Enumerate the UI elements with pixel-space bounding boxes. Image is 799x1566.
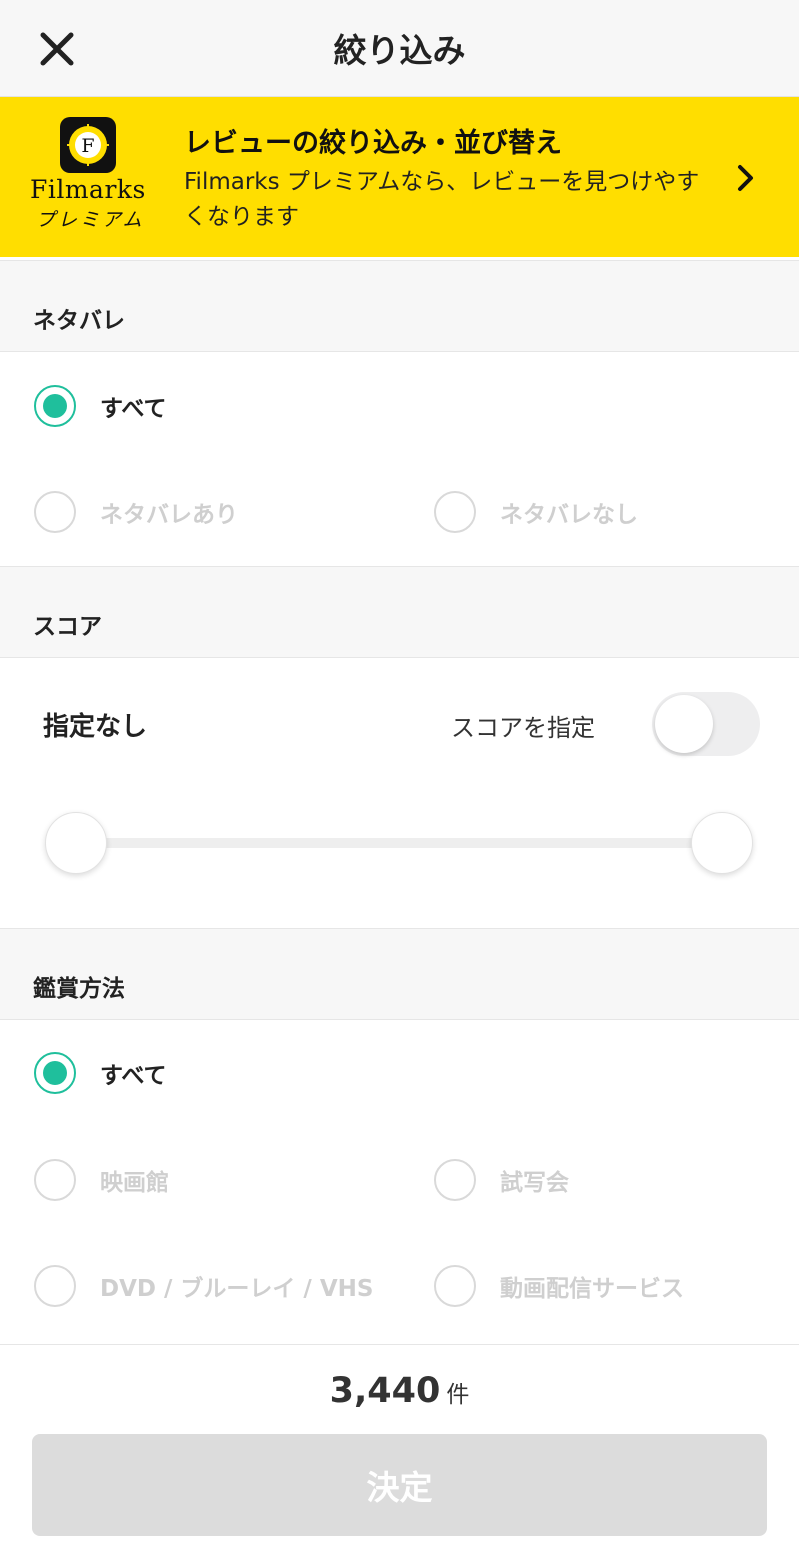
logo-letter: F bbox=[81, 135, 94, 157]
premium-banner[interactable]: F Filmarks プレミアム レビューの絞り込み・並び替え Filmarks… bbox=[0, 97, 799, 257]
score-slider-min-handle[interactable] bbox=[45, 812, 107, 874]
radio-label: DVD / ブルーレイ / VHS bbox=[100, 1276, 374, 1302]
banner-description: Filmarks プレミアムなら、レビューを見つけやすくなります bbox=[184, 169, 700, 230]
spoiler-option-all[interactable]: すべて bbox=[34, 385, 166, 427]
viewing-option-all[interactable]: すべて bbox=[34, 1052, 166, 1094]
spoiler-option-yes[interactable]: ネタバレあり bbox=[34, 491, 238, 533]
viewing-option-streaming[interactable]: 動画配信サービス bbox=[434, 1265, 684, 1307]
radio-selected-icon bbox=[34, 385, 76, 427]
spoiler-option-no[interactable]: ネタバレなし bbox=[434, 491, 638, 533]
toggle-knob bbox=[655, 695, 713, 753]
spoiler-section-header: ネタバレ bbox=[0, 260, 799, 352]
footer-divider bbox=[0, 1344, 799, 1345]
nav-header: 絞り込み bbox=[0, 0, 799, 97]
radio-unselected-icon bbox=[434, 1159, 476, 1201]
viewing-option-preview[interactable]: 試写会 bbox=[434, 1159, 569, 1201]
brand-sub: プレミアム bbox=[36, 209, 145, 231]
viewing-section-header: 鑑賞方法 bbox=[0, 928, 799, 1020]
viewing-option-dvd[interactable]: DVD / ブルーレイ / VHS bbox=[34, 1265, 373, 1307]
radio-unselected-icon bbox=[34, 491, 76, 533]
radio-label: すべて bbox=[100, 396, 167, 422]
radio-unselected-icon bbox=[34, 1159, 76, 1201]
score-section-title: スコア bbox=[33, 614, 102, 640]
radio-label: 動画配信サービス bbox=[500, 1276, 684, 1302]
banner-title: レビューの絞り込み・並び替え bbox=[184, 128, 562, 159]
result-count-unit: 件 bbox=[446, 1382, 470, 1408]
score-section-header: スコア bbox=[0, 566, 799, 658]
score-toggle-label: スコアを指定 bbox=[451, 714, 595, 742]
result-count-number: 3,440 bbox=[329, 1371, 441, 1411]
viewing-option-theater[interactable]: 映画館 bbox=[34, 1159, 169, 1201]
submit-button[interactable]: 決定 bbox=[32, 1434, 767, 1536]
radio-label: すべて bbox=[100, 1063, 167, 1089]
score-value-text: 指定なし bbox=[43, 712, 148, 742]
radio-label: 映画館 bbox=[100, 1170, 169, 1196]
page-title: 絞り込み bbox=[333, 31, 466, 70]
chevron-right-icon bbox=[738, 165, 753, 191]
radio-label: ネタバレなし bbox=[500, 502, 638, 528]
brand-name: Filmarks bbox=[30, 175, 146, 204]
score-slider-track[interactable] bbox=[76, 838, 722, 848]
score-slider-max-handle[interactable] bbox=[691, 812, 753, 874]
premium-logo-icon: F bbox=[60, 117, 116, 173]
radio-unselected-icon bbox=[434, 491, 476, 533]
radio-label: 試写会 bbox=[500, 1170, 569, 1196]
score-toggle[interactable] bbox=[652, 692, 760, 756]
result-count: 3,440 件 bbox=[0, 1371, 799, 1411]
radio-unselected-icon bbox=[34, 1265, 76, 1307]
viewing-section-title: 鑑賞方法 bbox=[33, 976, 125, 1002]
spoiler-section-title: ネタバレ bbox=[33, 308, 125, 334]
radio-unselected-icon bbox=[434, 1265, 476, 1307]
radio-label: ネタバレあり bbox=[100, 502, 238, 528]
radio-selected-icon bbox=[34, 1052, 76, 1094]
